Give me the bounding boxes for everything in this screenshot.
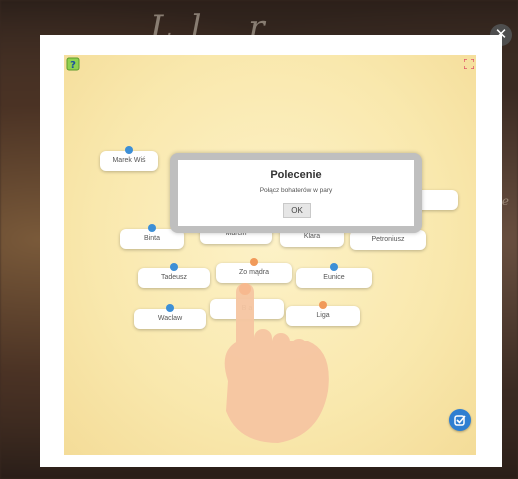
card-label: Tadeusz	[160, 274, 188, 281]
ok-button[interactable]: OK	[283, 203, 311, 218]
exercise-board: ? Marek Wiś Binta Marcin Klara Petronius…	[64, 55, 476, 455]
card-label: Binta	[144, 235, 160, 242]
help-question-icon[interactable]: ?	[66, 57, 80, 71]
card-petroniusz[interactable]: Petroniusz	[350, 225, 426, 250]
connector-dot[interactable]	[330, 263, 338, 271]
card-tadeusz[interactable]: Tadeusz	[138, 263, 210, 288]
card-label: Petroniusz	[371, 236, 405, 243]
card-label: Klara	[303, 233, 321, 240]
svg-text:?: ?	[70, 60, 76, 71]
check-icon	[454, 415, 466, 426]
connector-dot[interactable]	[166, 304, 174, 312]
connector-dot[interactable]	[148, 224, 156, 232]
dialog-body: Polecenie Połącz bohaterów w pary OK	[178, 160, 414, 226]
dialog-title: Polecenie	[270, 169, 322, 181]
hand-pointer-icon	[224, 283, 329, 443]
check-answers-button[interactable]	[449, 409, 471, 431]
connector-dot[interactable]	[250, 258, 258, 266]
card-waclaw[interactable]: Waclaw	[134, 304, 206, 329]
connector-dot[interactable]	[125, 146, 133, 154]
card-label: Waclaw	[157, 315, 183, 322]
instruction-dialog: Polecenie Połącz bohaterów w pary OK	[170, 153, 422, 233]
exercise-modal: ? Marek Wiś Binta Marcin Klara Petronius…	[40, 35, 502, 467]
card-marek[interactable]: Marek Wiś	[100, 146, 158, 171]
card-label: Marek Wiś	[112, 157, 146, 164]
dialog-message: Połącz bohaterów w pary	[259, 187, 333, 194]
connector-dot[interactable]	[170, 263, 178, 271]
fullscreen-icon[interactable]	[464, 59, 474, 69]
